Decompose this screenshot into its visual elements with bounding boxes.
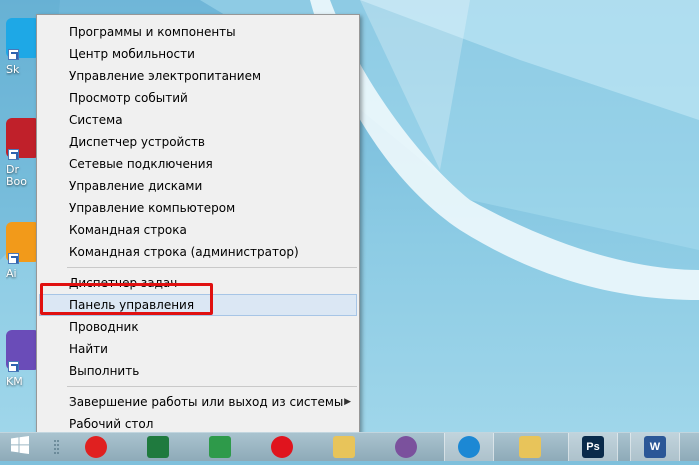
desktop-icon-label: Ai: [6, 268, 17, 280]
menu-item[interactable]: Найти: [37, 338, 359, 360]
app-icon-letter: Ps: [586, 441, 600, 453]
excel-icon-2: [209, 436, 231, 458]
desktop-shortcut-driver-booster[interactable]: Dr Boo: [6, 118, 40, 188]
menu-item[interactable]: Командная строка (администратор): [37, 241, 359, 263]
taskbar-app-button[interactable]: [196, 433, 244, 461]
app-icon-letter: W: [649, 441, 661, 453]
menu-item-label: Сетевые подключения: [69, 157, 213, 171]
submenu-arrow-icon: ▶: [344, 397, 351, 407]
menu-item[interactable]: Проводник: [37, 316, 359, 338]
aimp-icon: [6, 222, 40, 264]
driver-booster-icon: [6, 118, 40, 160]
desktop-icon-label: Sk: [6, 64, 20, 76]
menu-item[interactable]: Сетевые подключения: [37, 153, 359, 175]
taskbar-app-button[interactable]: [382, 433, 430, 461]
kmplayer-icon: [6, 330, 40, 372]
excel-icon: [147, 436, 169, 458]
file-explorer-icon-2: [519, 436, 541, 458]
menu-item[interactable]: Диспетчер устройств: [37, 131, 359, 153]
start-button[interactable]: [0, 433, 40, 461]
photoshop-icon: Ps: [582, 436, 604, 458]
menu-item-label: Найти: [69, 342, 108, 356]
desktop-icon-label-line2: Boo: [6, 176, 28, 188]
file-explorer-icon: [333, 436, 355, 458]
menu-item[interactable]: Командная строка: [37, 219, 359, 241]
menu-item-label: Командная строка (администратор): [69, 245, 299, 259]
desktop-shortcut-skype[interactable]: Sk: [6, 18, 40, 76]
menu-item-label: Выполнить: [69, 364, 140, 378]
menu-item-label: Диспетчер устройств: [69, 135, 206, 149]
shortcut-arrow-icon: [8, 361, 19, 372]
taskbar-grip: [52, 433, 62, 461]
swift-icon: [458, 436, 480, 458]
menu-item-label: Завершение работы или выход из системы: [69, 395, 344, 409]
taskbar-app-button[interactable]: W: [630, 433, 680, 461]
menu-item[interactable]: Управление компьютером: [37, 197, 359, 219]
menu-item-label: Командная строка: [69, 223, 187, 237]
yandex-browser-icon: [85, 436, 107, 458]
menu-item-label: Центр мобильности: [69, 47, 195, 61]
menu-item-label: Управление электропитанием: [69, 69, 261, 83]
taskbar-app-button[interactable]: [72, 433, 120, 461]
windows-start-icon: [11, 436, 29, 458]
opera-icon: [271, 436, 293, 458]
menu-item[interactable]: Управление электропитанием: [37, 65, 359, 87]
menu-item[interactable]: Центр мобильности: [37, 43, 359, 65]
taskbar-app-button[interactable]: [506, 433, 554, 461]
viber-icon: [395, 436, 417, 458]
desktop-icon-label: KM: [6, 376, 23, 388]
menu-item[interactable]: Программы и компоненты: [37, 21, 359, 43]
taskbar: Ps W: [0, 432, 699, 461]
menu-item-label: Программы и компоненты: [69, 25, 236, 39]
shortcut-arrow-icon: [8, 253, 19, 264]
menu-item-label: Управление дисками: [69, 179, 203, 193]
shortcut-arrow-icon: [8, 149, 19, 160]
menu-item-label: Управление компьютером: [69, 201, 236, 215]
taskbar-app-button[interactable]: [258, 433, 306, 461]
menu-item[interactable]: Выполнить: [37, 360, 359, 382]
taskbar-app-button[interactable]: [320, 433, 368, 461]
menu-item-label: Просмотр событий: [69, 91, 188, 105]
menu-item-label: Рабочий стол: [69, 417, 154, 431]
desktop-shortcut-aimp[interactable]: Ai: [6, 222, 40, 280]
skype-icon: [6, 18, 40, 60]
menu-item-label: Система: [69, 113, 123, 127]
menu-item-label: Проводник: [69, 320, 139, 334]
menu-separator: [67, 386, 357, 387]
menu-item[interactable]: Система: [37, 109, 359, 131]
desktop-shortcut-kmplayer[interactable]: KM: [6, 330, 40, 388]
shortcut-arrow-icon: [8, 49, 19, 60]
word-icon: W: [644, 436, 666, 458]
menu-item[interactable]: Управление дисками: [37, 175, 359, 197]
menu-item[interactable]: Завершение работы или выход из системы ▶: [37, 391, 359, 413]
winx-context-menu: Программы и компоненты Центр мобильности У…: [36, 14, 360, 434]
menu-item[interactable]: Просмотр событий: [37, 87, 359, 109]
desktop-icon-label: Dr: [6, 164, 19, 176]
taskbar-app-button[interactable]: Ps: [568, 433, 618, 461]
menu-separator: [67, 267, 357, 268]
taskbar-app-button[interactable]: [134, 433, 182, 461]
highlight-annotation-box: [40, 283, 213, 315]
taskbar-app-button[interactable]: [444, 433, 494, 461]
